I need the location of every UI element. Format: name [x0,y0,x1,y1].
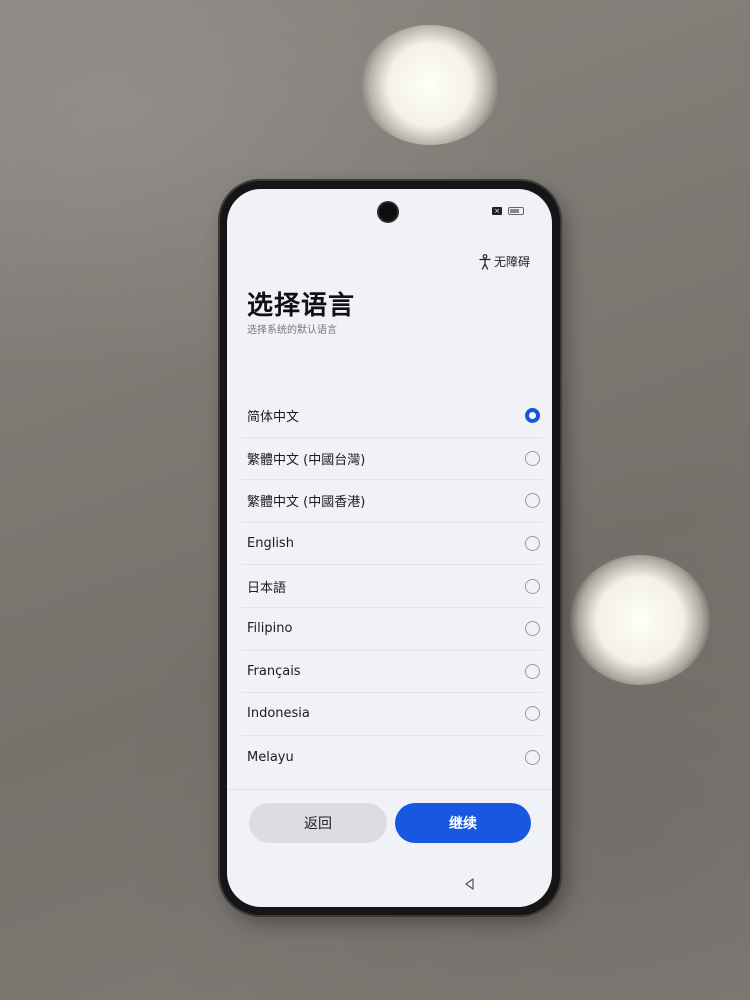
page-title: 选择语言 [247,291,356,321]
accessibility-button[interactable]: 无障碍 [479,253,530,270]
language-label: 简体中文 [247,410,300,426]
language-option[interactable]: 繁體中文 (中國香港) [242,480,542,523]
ceiling-light-reflection [570,555,710,685]
language-option[interactable]: Indonesia [242,693,542,736]
battery-icon [508,207,524,215]
radio-icon[interactable] [525,578,540,594]
language-option[interactable]: 日本語 [242,565,542,608]
radio-icon[interactable] [525,536,540,552]
accessibility-label: 无障碍 [493,255,530,269]
language-option[interactable]: English [242,523,542,566]
front-camera [379,203,397,221]
footer-divider [227,789,552,790]
radio-icon[interactable] [525,621,540,637]
radio-icon[interactable] [525,706,540,722]
continue-button[interactable]: 继续 [395,803,531,843]
photo-scene: × 无障碍 选择语言 选择系统的默认语言 简体中文 繁體中文 (中國台灣) 繁體… [0,0,750,1000]
language-option[interactable]: Filipino [242,608,542,651]
language-label: 繁體中文 (中國台灣) [247,452,366,468]
language-label: Indonesia [247,706,310,722]
language-option[interactable]: Melayu [242,736,542,779]
language-list: 简体中文 繁體中文 (中國台灣) 繁體中文 (中國香港) English 日本語 [242,395,542,778]
language-label: Filipino [247,621,293,637]
language-label: 日本語 [247,580,287,596]
phone-screen: × 无障碍 选择语言 选择系统的默认语言 简体中文 繁體中文 (中國台灣) 繁體… [227,189,552,907]
radio-icon[interactable] [525,749,540,765]
triangle-back-icon[interactable] [463,877,477,891]
radio-icon[interactable] [525,450,540,466]
back-button[interactable]: 返回 [249,803,387,843]
language-option[interactable]: Français [242,651,542,694]
ceiling-light-reflection [360,25,500,145]
page-subtitle: 选择系统的默认语言 [247,325,337,336]
radio-selected-icon[interactable] [525,408,540,424]
radio-icon[interactable] [525,663,540,679]
radio-icon[interactable] [525,493,540,509]
language-label: Français [247,663,301,679]
language-option[interactable]: 简体中文 [242,395,542,438]
language-label: English [247,536,294,552]
language-label: 繁體中文 (中國香港) [247,495,366,511]
phone-device: × 无障碍 选择语言 选择系统的默认语言 简体中文 繁體中文 (中國台灣) 繁體… [220,181,560,915]
language-option[interactable]: 繁體中文 (中國台灣) [242,438,542,481]
accessibility-person-icon [479,253,491,270]
sim-icon: × [492,207,502,215]
language-label: Melayu [247,749,294,765]
status-bar: × [492,207,524,215]
